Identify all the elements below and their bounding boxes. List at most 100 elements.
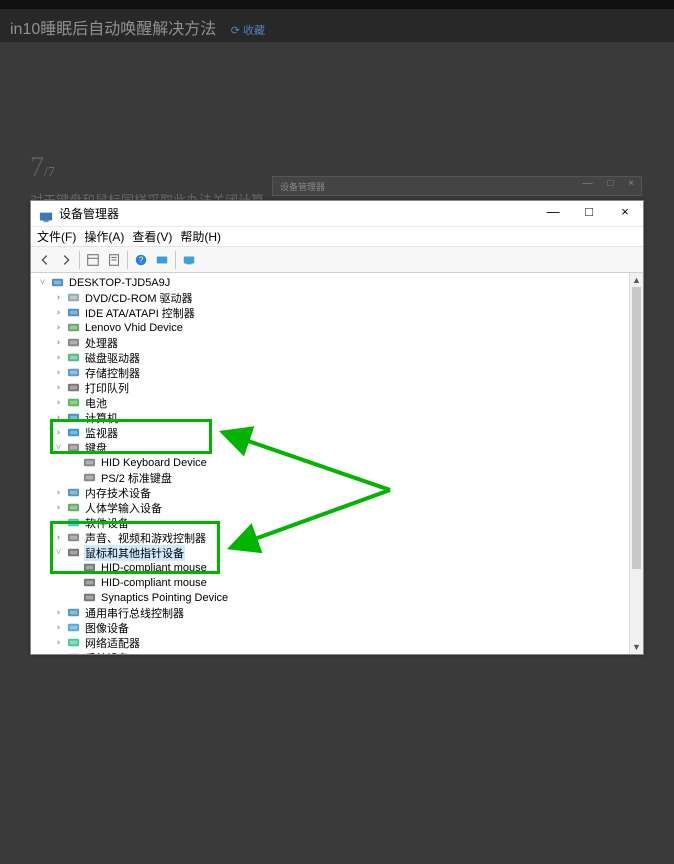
- expand-icon[interactable]: ›: [53, 652, 64, 654]
- maximize-button[interactable]: □: [571, 201, 607, 227]
- expand-icon[interactable]: ›: [53, 337, 64, 348]
- mini-preview-ctl: — □ ×: [583, 178, 640, 189]
- expand-icon[interactable]: ›: [53, 397, 64, 408]
- bookmark-link[interactable]: ⟳ 收藏: [231, 25, 265, 37]
- expand-icon[interactable]: ˅: [53, 547, 64, 558]
- expand-icon[interactable]: ›: [53, 412, 64, 423]
- tree-cat-keyboard[interactable]: ˅ 键盘: [31, 440, 629, 455]
- mouse-icon: [82, 561, 96, 575]
- expand-icon[interactable]: [69, 562, 80, 573]
- print-icon: [66, 381, 80, 395]
- devices-by-type-button[interactable]: [179, 250, 199, 270]
- mem-icon: [66, 486, 80, 500]
- scroll-thumb[interactable]: [632, 287, 641, 569]
- tree-mid-3[interactable]: › 声音、视频和游戏控制器: [31, 530, 629, 545]
- tree-cat-0[interactable]: › DVD/CD-ROM 驱动器: [31, 290, 629, 305]
- tree-tail-1[interactable]: › 图像设备: [31, 620, 629, 635]
- expand-icon[interactable]: ›: [53, 322, 64, 333]
- close-button[interactable]: ×: [607, 201, 643, 227]
- cam-icon: [66, 621, 80, 635]
- tree-cat-6[interactable]: › 打印队列: [31, 380, 629, 395]
- scroll-up-icon[interactable]: ▲: [630, 273, 643, 287]
- window-title: 设备管理器: [59, 201, 535, 227]
- tree-cat-3[interactable]: › 处理器: [31, 335, 629, 350]
- tree-cat-2[interactable]: › Lenovo Vhid Device: [31, 320, 629, 335]
- expand-icon[interactable]: ›: [53, 502, 64, 513]
- tree-mid-1[interactable]: › 人体学输入设备: [31, 500, 629, 515]
- expand-icon[interactable]: [69, 457, 80, 468]
- tree-item-label: 系统设备: [84, 650, 130, 655]
- expand-icon[interactable]: ›: [53, 292, 64, 303]
- tree-mid-0[interactable]: › 内存技术设备: [31, 485, 629, 500]
- expand-icon[interactable]: ›: [53, 427, 64, 438]
- tree-cat-1[interactable]: › IDE ATA/ATAPI 控制器: [31, 305, 629, 320]
- pc-icon: [50, 276, 64, 290]
- expand-icon[interactable]: ›: [53, 532, 64, 543]
- menu-action[interactable]: 操作(A): [84, 228, 124, 245]
- tree-tail-2[interactable]: › 网络适配器: [31, 635, 629, 650]
- titlebar: 设备管理器 — □ ×: [31, 201, 643, 227]
- expand-icon[interactable]: [69, 472, 80, 483]
- expand-icon[interactable]: ›: [53, 517, 64, 528]
- tree-item-label: 处理器: [84, 335, 119, 351]
- tree-cat-9[interactable]: › 监视器: [31, 425, 629, 440]
- tree-item-label: 打印队列: [84, 380, 130, 396]
- tree-mid-2[interactable]: › 软件设备: [31, 515, 629, 530]
- tree-tail-3[interactable]: › 系统设备: [31, 650, 629, 654]
- menu-file[interactable]: 文件(F): [37, 228, 76, 245]
- tree-cat-4[interactable]: › 磁盘驱动器: [31, 350, 629, 365]
- usb-icon: [66, 606, 80, 620]
- expand-icon[interactable]: ›: [53, 637, 64, 648]
- expand-icon[interactable]: ›: [53, 307, 64, 318]
- expand-icon[interactable]: ›: [53, 382, 64, 393]
- menu-view[interactable]: 查看(V): [132, 228, 172, 245]
- expand-icon[interactable]: ›: [53, 367, 64, 378]
- tree-mouse-1[interactable]: HID-compliant mouse: [31, 575, 629, 590]
- tree-root[interactable]: ˅ DESKTOP-TJD5A9J: [31, 275, 629, 290]
- svg-text:?: ?: [139, 255, 144, 264]
- mini-preview-title: 设备管理器: [280, 180, 325, 193]
- scroll-down-icon[interactable]: ▼: [630, 640, 643, 654]
- kbd-icon: [82, 456, 96, 470]
- scrollbar[interactable]: ▲ ▼: [629, 273, 643, 654]
- expand-icon[interactable]: ˅: [53, 442, 64, 453]
- tree-cat-8[interactable]: › 计算机: [31, 410, 629, 425]
- article-title: in10睡眠后自动唤醒解决方法: [10, 21, 216, 38]
- tree-item-label: DVD/CD-ROM 驱动器: [84, 290, 194, 306]
- tree-cat-mouse[interactable]: ˅ 鼠标和其他指针设备: [31, 545, 629, 560]
- tree-mouse-0[interactable]: HID-compliant mouse: [31, 560, 629, 575]
- forward-button[interactable]: [56, 250, 76, 270]
- tree-item-label: 软件设备: [84, 515, 130, 531]
- tree-cat-7[interactable]: › 电池: [31, 395, 629, 410]
- tree-keyboard-0[interactable]: HID Keyboard Device: [31, 455, 629, 470]
- expand-icon[interactable]: ›: [53, 607, 64, 618]
- back-button[interactable]: [35, 250, 55, 270]
- tree-item-label: HID Keyboard Device: [100, 457, 208, 469]
- tree-item-label: Lenovo Vhid Device: [84, 322, 184, 334]
- properties-button[interactable]: [104, 250, 124, 270]
- expand-icon[interactable]: ›: [53, 622, 64, 633]
- tree-tail-0[interactable]: › 通用串行总线控制器: [31, 605, 629, 620]
- disc-icon: [66, 291, 80, 305]
- mouse-icon: [66, 546, 80, 560]
- kbd-icon: [82, 471, 96, 485]
- tree-item-label: 内存技术设备: [84, 485, 152, 501]
- show-hide-button[interactable]: [83, 250, 103, 270]
- expand-icon[interactable]: ˅: [37, 277, 48, 288]
- tree-item-label: DESKTOP-TJD5A9J: [68, 277, 171, 289]
- menu-help[interactable]: 帮助(H): [180, 228, 221, 245]
- minimize-button[interactable]: —: [535, 201, 571, 227]
- scan-button[interactable]: [152, 250, 172, 270]
- pc-icon: [66, 411, 80, 425]
- expand-icon[interactable]: ›: [53, 352, 64, 363]
- help-toolbar-button[interactable]: ?: [131, 250, 151, 270]
- tree-cat-5[interactable]: › 存储控制器: [31, 365, 629, 380]
- tree-mouse-2[interactable]: Synaptics Pointing Device: [31, 590, 629, 605]
- device-tree[interactable]: ˅ DESKTOP-TJD5A9J › DVD/CD-ROM 驱动器 › IDE…: [31, 273, 629, 654]
- tree-item-label: 鼠标和其他指针设备: [84, 545, 185, 561]
- expand-icon[interactable]: [69, 592, 80, 603]
- tree-item-label: 磁盘驱动器: [84, 350, 141, 366]
- tree-keyboard-1[interactable]: PS/2 标准键盘: [31, 470, 629, 485]
- expand-icon[interactable]: ›: [53, 487, 64, 498]
- expand-icon[interactable]: [69, 577, 80, 588]
